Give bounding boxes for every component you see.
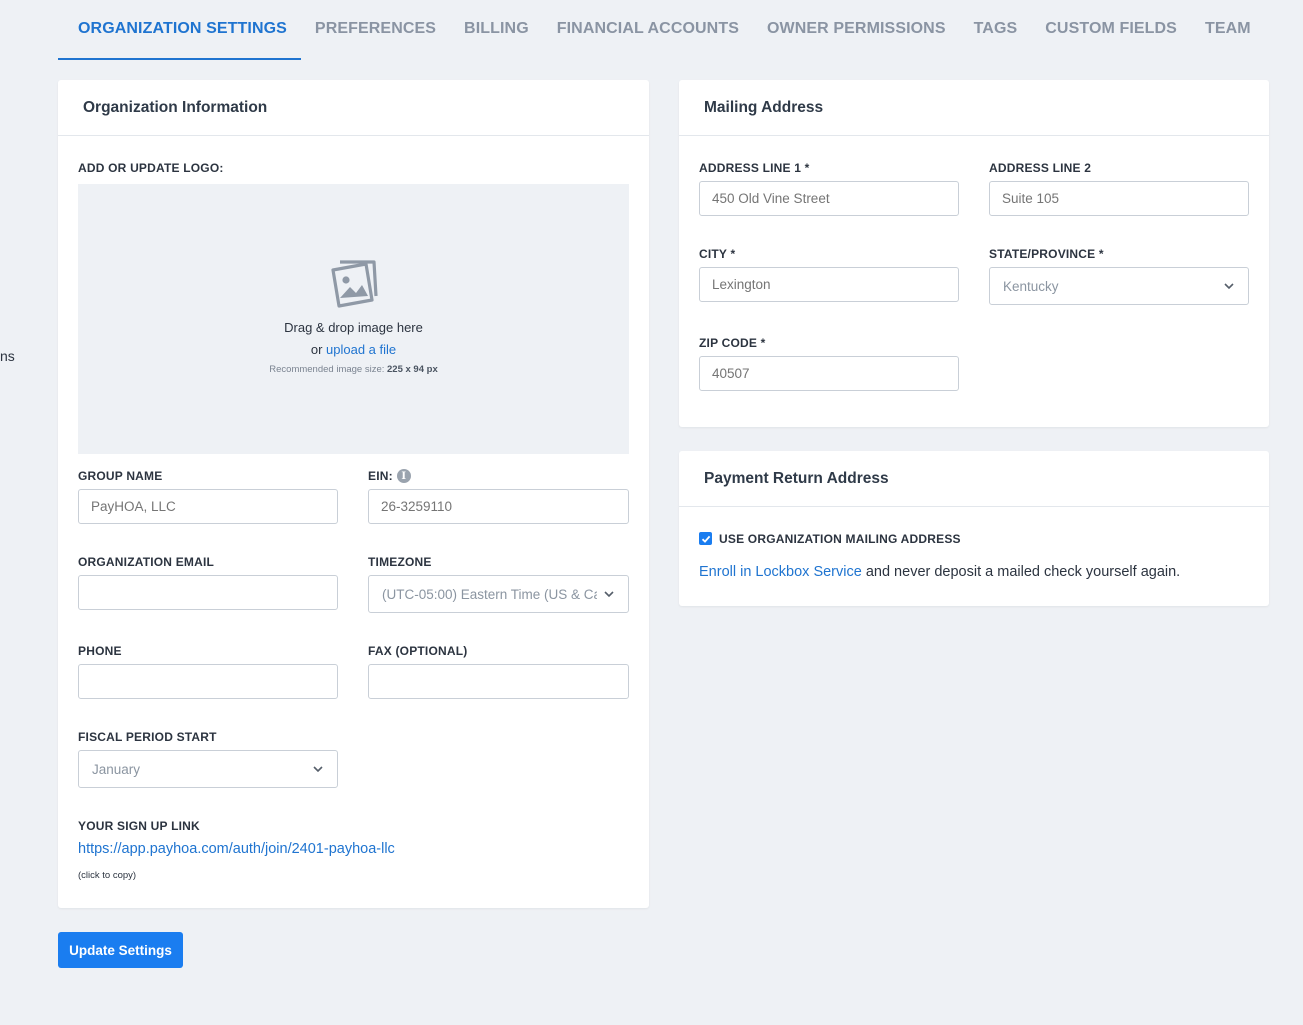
tab-custom-fields[interactable]: CUSTOM FIELDS <box>1031 0 1191 60</box>
update-settings-button[interactable]: Update Settings <box>58 932 183 968</box>
dropzone-hint-text: Recommended image size: <box>269 364 388 375</box>
fax-input[interactable] <box>368 664 629 699</box>
signup-link[interactable]: https://app.payhoa.com/auth/join/2401-pa… <box>78 841 395 857</box>
card-title: Payment Return Address <box>679 451 1269 507</box>
zip-code-label: ZIP CODE * <box>699 336 766 350</box>
group-name-label: GROUP NAME <box>78 469 163 483</box>
tab-financial-accounts[interactable]: FINANCIAL ACCOUNTS <box>543 0 753 60</box>
lockbox-promo: Enroll in Lockbox Service and never depo… <box>699 564 1180 580</box>
copy-hint: (click to copy) <box>78 870 137 881</box>
ein-input[interactable] <box>368 489 629 524</box>
upload-file-link[interactable]: upload a file <box>326 342 396 357</box>
zip-code-input[interactable] <box>699 356 959 391</box>
group-name-input[interactable] <box>78 489 338 524</box>
address-line-2-input[interactable] <box>989 181 1249 216</box>
signup-link-label: YOUR SIGN UP LINK <box>78 819 200 833</box>
dropzone-or: or <box>310 342 327 357</box>
fax-label: FAX (OPTIONAL) <box>368 644 468 658</box>
use-mailing-address-checkbox[interactable] <box>699 532 712 545</box>
info-icon[interactable]: i <box>396 469 411 483</box>
organization-information-card: Organization Information ADD OR UPDATE L… <box>58 80 649 908</box>
timezone-value: (UTC-05:00) Eastern Time (US & Car <box>382 586 597 602</box>
logo-label: ADD OR UPDATE LOGO: <box>78 161 224 175</box>
card-title: Mailing Address <box>679 80 1269 136</box>
address-line-1-label: ADDRESS LINE 1 * <box>699 161 810 175</box>
check-icon <box>701 535 710 543</box>
state-select[interactable]: Kentucky <box>989 267 1249 305</box>
clipped-sidebar-text: ns <box>0 348 15 364</box>
state-value: Kentucky <box>1003 278 1059 294</box>
dropzone-upload-line: or upload a file <box>311 342 396 357</box>
tab-owner-permissions[interactable]: OWNER PERMISSIONS <box>753 0 960 60</box>
phone-input[interactable] <box>78 664 338 699</box>
chevron-down-icon <box>604 591 614 598</box>
logo-dropzone[interactable]: Drag & drop image here or upload a file … <box>78 184 629 454</box>
ein-label-row: EIN: i <box>368 469 411 483</box>
city-input[interactable] <box>699 267 959 302</box>
address-line-2-label: ADDRESS LINE 2 <box>989 161 1092 175</box>
address-line-1-input[interactable] <box>699 181 959 216</box>
lockbox-text: and never deposit a mailed check yoursel… <box>861 564 1181 580</box>
organization-email-label: ORGANIZATION EMAIL <box>78 555 215 569</box>
phone-label: PHONE <box>78 644 122 658</box>
dropzone-hint-size: 225 x 94 px <box>387 364 438 375</box>
tab-organization-settings[interactable]: ORGANIZATION SETTINGS <box>58 0 301 60</box>
state-label: STATE/PROVINCE * <box>989 247 1104 261</box>
ein-label: EIN: <box>368 469 393 483</box>
tab-billing[interactable]: BILLING <box>450 0 543 60</box>
organization-email-input[interactable] <box>78 575 338 610</box>
chevron-down-icon <box>313 766 323 773</box>
fiscal-period-select[interactable]: January <box>78 750 338 788</box>
chevron-down-icon <box>1224 283 1234 290</box>
dropzone-text: Drag & drop image here <box>284 320 423 335</box>
tab-team[interactable]: TEAM <box>1191 0 1265 60</box>
tab-preferences[interactable]: PREFERENCES <box>301 0 450 60</box>
use-mailing-address-label[interactable]: USE ORGANIZATION MAILING ADDRESS <box>719 532 961 546</box>
lockbox-link[interactable]: Enroll in Lockbox Service <box>699 564 862 580</box>
tab-tags[interactable]: TAGS <box>960 0 1032 60</box>
payment-return-address-card: Payment Return Address USE ORGANIZATION … <box>679 451 1269 606</box>
timezone-label: TIMEZONE <box>368 555 432 569</box>
fiscal-period-value: January <box>92 761 141 777</box>
card-title: Organization Information <box>58 80 649 136</box>
image-icon <box>330 260 378 308</box>
mailing-address-card: Mailing Address ADDRESS LINE 1 * ADDRESS… <box>679 80 1269 427</box>
settings-tabs: ORGANIZATION SETTINGS PREFERENCES BILLIN… <box>58 0 1265 60</box>
city-label: CITY * <box>699 247 736 261</box>
timezone-select[interactable]: (UTC-05:00) Eastern Time (US & Car <box>368 575 629 613</box>
dropzone-hint: Recommended image size: 225 x 94 px <box>269 364 437 375</box>
fiscal-period-label: FISCAL PERIOD START <box>78 730 217 744</box>
